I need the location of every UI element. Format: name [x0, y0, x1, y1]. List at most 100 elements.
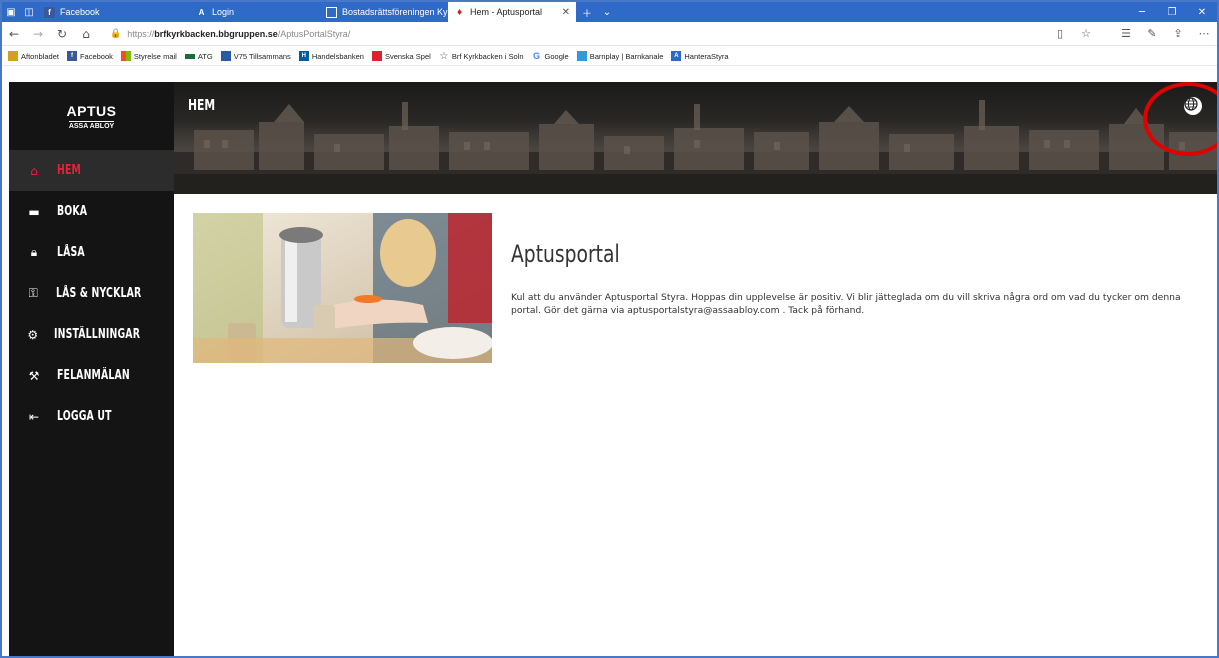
gear-icon: ⚙ — [27, 327, 39, 342]
tab-actions-icon[interactable]: ▣ — [2, 2, 20, 22]
sidebar: APTUS ASSA ABLOY ⌂ HEM ▬ BOKA 🔒︎ LÅSA ⚿ … — [9, 82, 174, 656]
bookmark-label: Svenska Spel — [384, 51, 431, 61]
url-path: /AptusPortalStyra/ — [277, 28, 351, 39]
favorites-hub-icon[interactable]: ☰ — [1113, 27, 1139, 40]
url-field[interactable]: 🔒 https://brfkyrkbacken.bbgruppen.se/Apt… — [110, 29, 1047, 39]
bookmark-svenska-spel[interactable]: Svenska Spel — [371, 51, 431, 61]
coffee-photo — [193, 213, 492, 363]
more-icon[interactable]: ⋯ — [1191, 27, 1217, 40]
new-tab-icon[interactable]: ＋ — [576, 2, 598, 22]
forward-icon[interactable]: → — [26, 27, 50, 41]
star-icon: ☆ — [439, 50, 449, 62]
v75-icon — [220, 51, 231, 61]
sidebar-item-label: INSTÄLLNINGAR — [54, 327, 141, 342]
url-host: brfkyrkbacken.bbgruppen.se — [154, 28, 278, 39]
sidebar-item-label: LOGGA UT — [57, 409, 112, 424]
favorite-star-icon[interactable]: ☆ — [1073, 27, 1099, 40]
aptus-logo[interactable]: APTUS ASSA ABLOY — [9, 82, 174, 150]
sidebar-item-hem[interactable]: ⌂ HEM — [9, 150, 174, 191]
sidebar-item-logga-ut[interactable]: ⇤ LOGGA UT — [9, 396, 174, 437]
facebook-icon: f — [44, 6, 55, 18]
key-icon: ⚿ — [28, 286, 38, 300]
tab-label: Hem - Aptusportal — [470, 7, 543, 17]
content-title: Aptusportal — [511, 240, 620, 268]
sidebar-item-label: HEM — [57, 163, 81, 178]
calendar-icon: ▬ — [28, 204, 40, 219]
tab-label: Facebook — [60, 7, 100, 17]
sidebar-item-installningar[interactable]: ⚙ INSTÄLLNINGAR — [9, 314, 174, 355]
bookmark-label: ATG — [197, 51, 213, 61]
content-body: Kul att du använder Aptusportal Styra. H… — [511, 292, 1181, 316]
logo-sub: ASSA ABLOY — [68, 120, 115, 130]
sidebar-item-las-nycklar[interactable]: ⚿ LÅS & NYCKLAR — [9, 273, 174, 314]
google-icon: G — [533, 51, 541, 61]
tab-label: Bostadsrättsföreningen Kyrl — [342, 7, 448, 17]
bookmark-atg[interactable]: ATG — [184, 51, 213, 61]
bookmark-label: Google — [544, 51, 569, 61]
bookmark-label: Handelsbanken — [311, 51, 364, 61]
sidebar-item-label: BOKA — [57, 204, 88, 219]
url-scheme: https:// — [127, 28, 155, 39]
svenska-spel-icon — [371, 51, 382, 61]
sidebar-item-label: FELANMÄLAN — [57, 368, 130, 383]
page-icon — [326, 6, 337, 18]
sidebar-item-label: LÅS & NYCKLAR — [55, 286, 141, 301]
sidebar-item-lasa[interactable]: 🔒︎ LÅSA — [9, 232, 174, 273]
bookmark-label: Brf Kyrkbacken i Soln — [451, 51, 524, 61]
address-bar: ← → ↻ ⌂ 🔒 https://brfkyrkbacken.bbgruppe… — [2, 22, 1217, 46]
aptus-icon: A — [196, 6, 207, 18]
lock-icon: 🔒 — [110, 28, 122, 39]
logo-main: APTUS — [66, 102, 117, 119]
close-tab-icon[interactable]: ✕ — [562, 7, 570, 18]
tab-hem-aptusportal[interactable]: ♦ Hem - Aptusportal ✕ — [448, 2, 576, 22]
back-icon[interactable]: ← — [2, 27, 26, 41]
minimize-icon[interactable]: ─ — [1127, 7, 1157, 18]
atg-icon — [184, 53, 195, 59]
home-browser-icon[interactable]: ⌂ — [74, 27, 98, 41]
reading-view-icon[interactable]: ▯ — [1047, 27, 1073, 40]
bookmark-facebook[interactable]: f Facebook — [66, 51, 113, 61]
bookmark-google[interactable]: G Google — [532, 51, 569, 61]
bookmark-barnplay[interactable]: Barnplay | Barnkanale — [576, 51, 664, 61]
city-skyline-image — [174, 100, 1217, 194]
bookmark-label: V75 Tillsammans — [233, 51, 291, 61]
tab-preview-icon[interactable]: ◫ — [20, 2, 38, 22]
bookmark-aftonbladet[interactable]: Aftonbladet — [8, 51, 59, 61]
tab-facebook[interactable]: f Facebook — [38, 2, 190, 22]
tab-login[interactable]: A Login — [190, 2, 320, 22]
bookmark-handelsbanken[interactable]: H Handelsbanken — [298, 51, 364, 61]
maximize-icon[interactable]: ❐ — [1157, 7, 1187, 18]
browser-window: ▣ ◫ f Facebook A Login Bostadsrättsfören… — [0, 0, 1219, 658]
sidebar-item-felanmalan[interactable]: ⚒ FELANMÄLAN — [9, 355, 174, 396]
aftonbladet-icon — [8, 51, 18, 61]
pin-icon: ♦ — [456, 6, 463, 18]
sidebar-item-boka[interactable]: ▬ BOKA — [9, 191, 174, 232]
pen-icon[interactable]: ✎ — [1139, 27, 1165, 40]
microsoft-icon — [120, 51, 131, 61]
window-controls: ─ ❐ ✕ — [1127, 7, 1217, 18]
logout-icon: ⇤ — [28, 409, 40, 424]
bookmarks-bar: Aftonbladet f Facebook Styrelse mail ATG … — [2, 47, 1217, 66]
share-icon[interactable]: ⇪ — [1165, 27, 1191, 40]
page-title: HEM — [188, 96, 216, 114]
bookmark-brf-kyrkbacken[interactable]: ☆ Brf Kyrkbacken i Soln — [439, 50, 524, 62]
barnplay-icon — [576, 51, 587, 61]
bookmark-styrelse-mail[interactable]: Styrelse mail — [120, 51, 177, 61]
bookmark-label: Facebook — [79, 51, 113, 61]
bookmark-v75[interactable]: V75 Tillsammans — [220, 51, 291, 61]
handelsbanken-icon: H — [298, 51, 309, 61]
home-icon: ⌂ — [30, 163, 38, 178]
chevron-down-icon[interactable]: ⌄ — [598, 2, 616, 22]
bookmark-label: Aftonbladet — [21, 51, 59, 61]
tab-label: Login — [212, 7, 235, 17]
bookmark-hanterastyra[interactable]: A HanteraStyra — [671, 51, 729, 61]
bookmark-label: Barnplay | Barnkanale — [589, 51, 664, 61]
sidebar-item-label: LÅSA — [57, 245, 85, 260]
bookmark-label: Styrelse mail — [133, 51, 177, 61]
header-banner: HEM — [174, 82, 1217, 194]
tab-bar: ▣ ◫ f Facebook A Login Bostadsrättsfören… — [2, 2, 1217, 22]
tab-bostadsratt[interactable]: Bostadsrättsföreningen Kyrl — [320, 2, 448, 22]
bookmark-label: HanteraStyra — [684, 51, 729, 61]
refresh-icon[interactable]: ↻ — [50, 27, 74, 41]
close-window-icon[interactable]: ✕ — [1187, 7, 1217, 18]
